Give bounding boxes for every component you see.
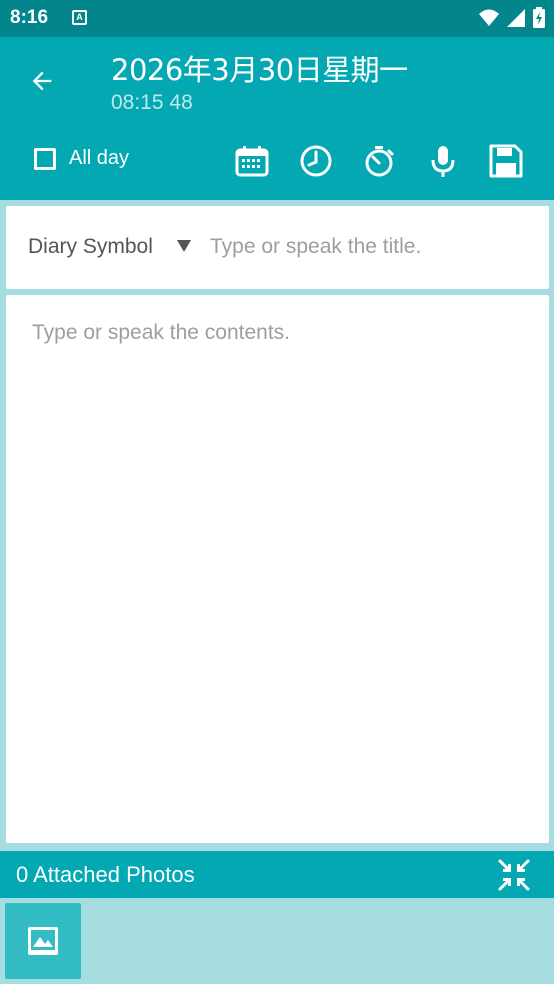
signal-icon [507,9,525,27]
calendar-icon [235,146,269,177]
all-day-label: All day [69,147,130,169]
image-icon [28,927,58,955]
stopwatch-icon [365,146,394,177]
attached-photos-count: 0 Attached Photos [16,862,195,887]
title-card: Diary Symbol [6,206,549,289]
collapse-icon [498,859,530,891]
calendar-button[interactable] [232,141,272,181]
battery-charging-icon [533,7,545,28]
all-day-toggle[interactable]: All day [34,147,129,170]
time-button[interactable] [296,141,336,181]
microphone-icon [431,146,455,177]
stopwatch-button[interactable] [359,141,399,181]
title-input[interactable] [206,227,544,267]
voice-input-button[interactable] [423,141,463,181]
entry-time: 08:15 48 [111,91,193,114]
attached-photos-bar: 0 Attached Photos [0,851,554,898]
content-card [6,295,549,843]
all-day-checkbox[interactable] [34,147,56,170]
dropdown-arrow-icon[interactable] [177,240,191,252]
status-icons [478,6,546,30]
status-time: 8:16 [10,7,49,28]
diary-symbol-selector[interactable]: Diary Symbol [28,235,153,259]
save-button[interactable] [486,141,526,181]
entry-date: 2026年3月30日星期一 [111,53,408,87]
wifi-icon [479,9,499,26]
add-photo-button[interactable] [5,903,81,979]
clock-icon [300,145,332,177]
save-icon [489,144,523,178]
status-bar: 8:16 A [0,0,554,37]
notification-badge-icon: A [72,10,87,25]
back-button[interactable] [22,61,62,101]
collapse-button[interactable] [494,855,534,895]
arrow-left-icon [32,71,52,91]
content-input[interactable] [28,321,536,821]
app-bar: 2026年3月30日星期一 08:15 48 All day [0,37,554,200]
